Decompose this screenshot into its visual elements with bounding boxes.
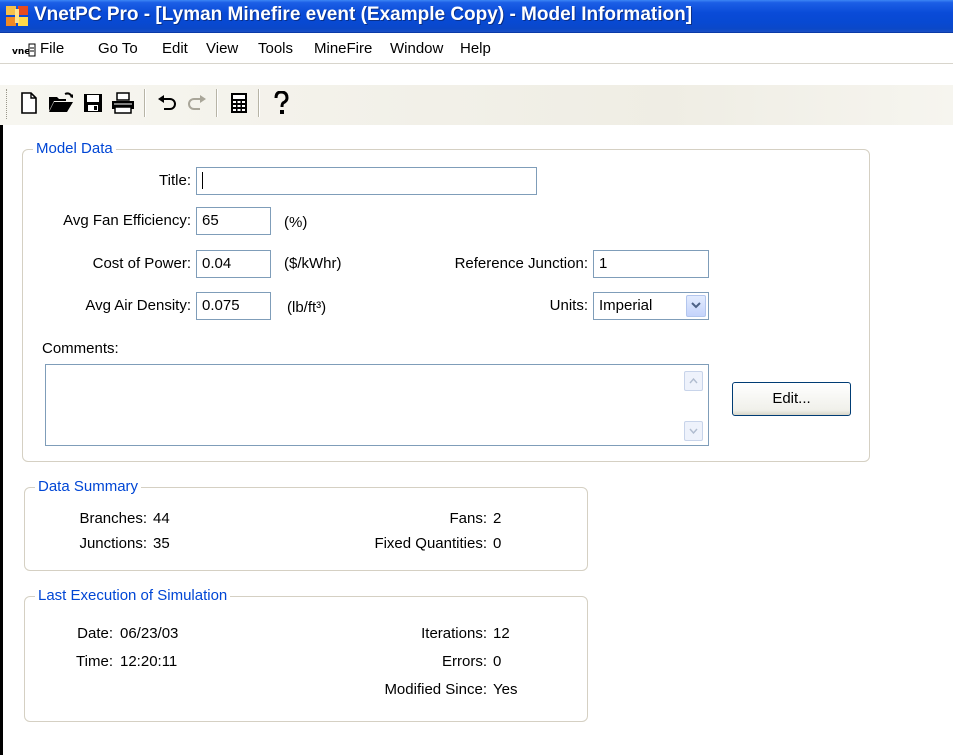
branches-value: 44 <box>153 510 170 527</box>
units-label: Units: <box>549 297 588 314</box>
iterations-value: 12 <box>493 625 510 642</box>
reference-junction-label: Reference Junction: <box>454 255 588 272</box>
save-icon[interactable] <box>78 88 108 118</box>
iterations-label: Iterations: <box>421 625 487 642</box>
help-icon[interactable] <box>266 88 296 118</box>
toolbar-separator <box>144 89 146 117</box>
print-icon[interactable] <box>108 88 138 118</box>
chevron-down-icon[interactable] <box>686 295 706 317</box>
units-selected-value: Imperial <box>599 297 653 314</box>
menu-window[interactable]: Window <box>390 40 443 57</box>
redo-icon[interactable] <box>182 88 212 118</box>
menu-file[interactable]: File <box>40 40 64 57</box>
cost-of-power-unit: ($/kWhr) <box>284 255 342 272</box>
window-title: VnetPC Pro - [Lyman Minefire event (Exam… <box>34 4 693 25</box>
air-density-label: Avg Air Density: <box>85 297 191 314</box>
toolbar <box>0 84 953 126</box>
branches-label: Branches: <box>79 510 147 527</box>
menu-edit[interactable]: Edit <box>162 40 188 57</box>
junctions-value: 35 <box>153 535 170 552</box>
menu-goto[interactable]: Go To <box>98 40 138 57</box>
toolbar-separator <box>258 89 260 117</box>
cost-of-power-field[interactable]: 0.04 <box>196 250 271 278</box>
errors-value: 0 <box>493 653 502 670</box>
last-execution-group-label: Last Execution of Simulation <box>35 587 231 604</box>
scroll-up-icon[interactable] <box>684 371 703 391</box>
units-dropdown[interactable]: Imperial <box>593 292 709 320</box>
menu-view[interactable]: View <box>206 40 238 57</box>
title-label: Title: <box>159 172 191 189</box>
date-label: Date: <box>77 625 113 642</box>
edit-comments-button[interactable]: Edit... <box>732 382 851 416</box>
errors-label: Errors: <box>442 653 487 670</box>
reference-junction-field[interactable]: 1 <box>593 250 709 278</box>
fans-value: 2 <box>493 510 502 527</box>
calculator-icon[interactable] <box>224 88 254 118</box>
app-icon <box>6 6 28 26</box>
junctions-label: Junctions: <box>79 535 147 552</box>
model-data-group: Model Data Title: Avg Fan Efficiency: 65… <box>22 140 870 462</box>
comments-label: Comments: <box>42 340 119 357</box>
fans-label: Fans: <box>449 510 487 527</box>
model-data-group-label: Model Data <box>33 140 116 157</box>
undo-icon[interactable] <box>152 88 182 118</box>
toolbar-grip[interactable] <box>6 89 10 119</box>
menu-minefire[interactable]: MineFire <box>314 40 372 57</box>
fixed-quantities-value: 0 <box>493 535 502 552</box>
air-density-unit: (lb/ft³) <box>287 299 327 316</box>
text-caret <box>202 172 203 189</box>
last-execution-group: Last Execution of Simulation Date: 06/23… <box>24 587 588 722</box>
cost-of-power-label: Cost of Power: <box>92 255 191 272</box>
scroll-down-icon[interactable] <box>684 421 703 441</box>
document-icon[interactable]: vnet <box>12 43 36 57</box>
open-icon[interactable] <box>46 88 76 118</box>
data-summary-group-label: Data Summary <box>35 478 142 495</box>
time-value: 12:20:11 <box>120 653 178 670</box>
fan-efficiency-field[interactable]: 65 <box>196 207 271 235</box>
menu-help[interactable]: Help <box>460 40 491 57</box>
menu-tools[interactable]: Tools <box>258 40 293 57</box>
toolbar-separator <box>216 89 218 117</box>
air-density-field[interactable]: 0.075 <box>196 292 271 320</box>
comments-textarea[interactable] <box>45 364 709 446</box>
fan-efficiency-label: Avg Fan Efficiency: <box>63 212 191 229</box>
title-field[interactable] <box>196 167 537 195</box>
new-icon[interactable] <box>14 88 44 118</box>
fixed-quantities-label: Fixed Quantities: <box>374 535 487 552</box>
modified-since-value: Yes <box>493 681 518 698</box>
model-information-window: Model Data Title: Avg Fan Efficiency: 65… <box>0 125 953 755</box>
modified-since-label: Modified Since: <box>384 681 487 698</box>
menu-bar: vnet File Go To Edit View Tools MineFire… <box>0 33 953 64</box>
date-value: 06/23/03 <box>120 625 179 642</box>
title-bar[interactable]: VnetPC Pro - [Lyman Minefire event (Exam… <box>0 0 953 33</box>
data-summary-group: Data Summary Branches: 44 Junctions: 35 … <box>24 478 588 571</box>
time-label: Time: <box>76 653 113 670</box>
fan-efficiency-unit: (%) <box>284 214 308 231</box>
